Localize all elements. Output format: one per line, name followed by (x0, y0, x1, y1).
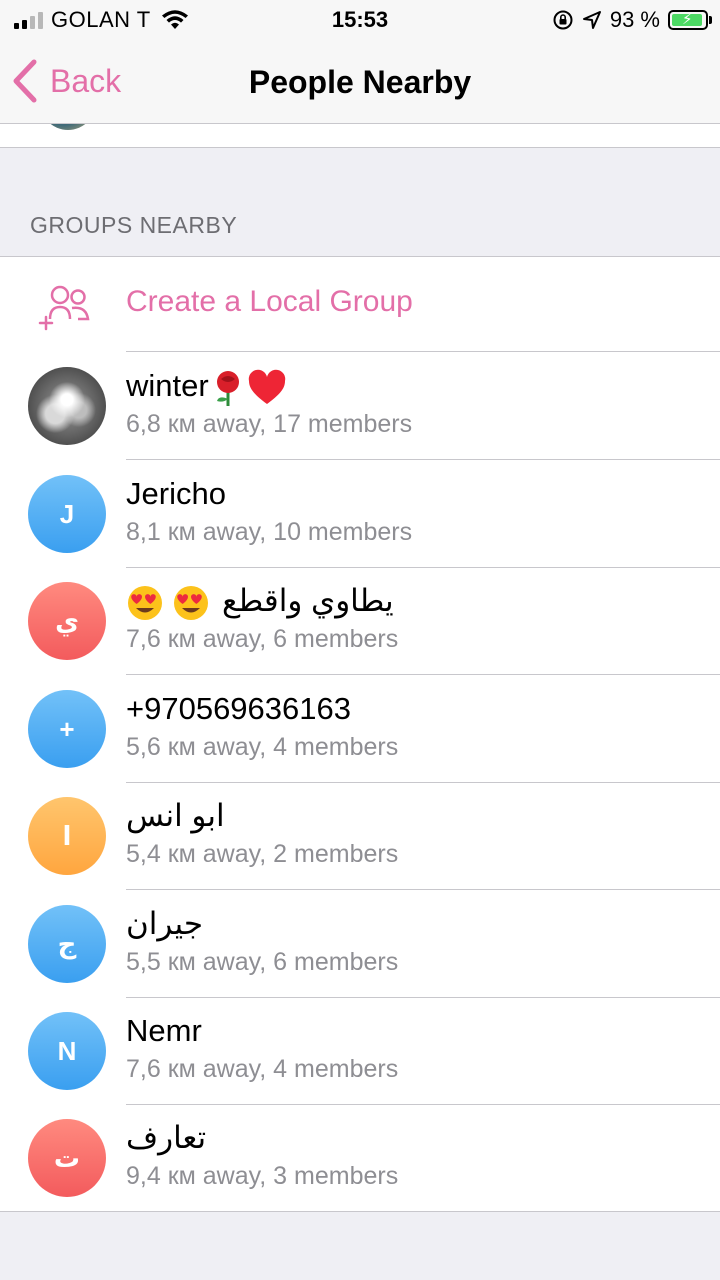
heart-eyes-emoji (128, 585, 162, 620)
page-title: People Nearby (248, 64, 472, 100)
navigation-bar: Back People Nearby (0, 40, 720, 124)
group-name: winter (126, 366, 287, 407)
section-header: GROUPS NEARBY (30, 212, 238, 238)
heart-eyes-emoji (174, 585, 208, 620)
avatar: ت (28, 1119, 106, 1197)
avatar (40, 124, 96, 130)
group-subtitle: 6,8 км away, 17 members (126, 410, 413, 438)
group-name: +970569636163 (126, 691, 351, 726)
group-name: Jericho (126, 476, 226, 511)
avatar: N (28, 1012, 106, 1090)
group-name: يطاوي واقطع (126, 581, 394, 622)
group-subtitle: 5,5 км away, 6 members (126, 948, 399, 976)
group-subtitle: 8,1 км away, 10 members (126, 518, 413, 546)
add-group-icon (38, 285, 90, 331)
status-bar: GOLAN T 15:53 93 % ⚡ (0, 0, 720, 40)
list-item[interactable]: winter 6,8 км away, 17 members (0, 352, 720, 460)
group-name: ابو انس (126, 798, 225, 833)
rotation-lock-icon (553, 10, 573, 30)
group-subtitle: 5,6 км away, 4 members (126, 733, 399, 761)
group-name: Nemr (126, 1013, 202, 1048)
battery-percent: 93 % (609, 7, 660, 32)
list-item[interactable]: ا ابو انس 5,4 км away, 2 members (0, 782, 720, 890)
avatar: ي (28, 582, 106, 660)
avatar: + (28, 690, 106, 768)
avatar: J (28, 475, 106, 553)
battery-charging-icon: ⚡ (668, 10, 712, 30)
heart-emoji (248, 369, 285, 404)
group-subtitle: 7,6 км away, 6 members (126, 625, 399, 653)
rose-emoji (216, 370, 239, 406)
create-local-group-button[interactable]: Create a Local Group (0, 257, 720, 352)
group-name: جيران (126, 906, 204, 941)
group-name: تعارف (126, 1120, 207, 1155)
group-subtitle: 5,4 км away, 2 members (126, 840, 399, 868)
list-item[interactable]: J Jericho 8,1 км away, 10 members (0, 460, 720, 568)
list-item[interactable]: ج جيران 5,5 км away, 6 members (0, 890, 720, 998)
group-subtitle: 9,4 км away, 3 members (126, 1162, 399, 1190)
status-right: 93 % ⚡ (552, 6, 712, 34)
list-item[interactable]: ت تعارف 9,4 км away, 3 members (0, 1104, 720, 1212)
previous-section-cutoff (0, 124, 720, 148)
create-local-group-label: Create a Local Group (126, 285, 413, 318)
avatar: ج (28, 905, 106, 983)
list-item[interactable]: N Nemr 7,6 км away, 4 members (0, 997, 720, 1105)
location-arrow-icon (582, 11, 601, 29)
list-item[interactable]: ي يطاوي واقطع 7,6 км away, 6 members (0, 567, 720, 675)
group-subtitle: 7,6 км away, 4 members (126, 1055, 399, 1083)
list-item[interactable]: + +970569636163 5,6 км away, 4 members (0, 675, 720, 783)
avatar (28, 367, 106, 445)
avatar: ا (28, 797, 106, 875)
groups-list: Create a Local Group winter 6,8 км away,… (0, 256, 720, 1212)
